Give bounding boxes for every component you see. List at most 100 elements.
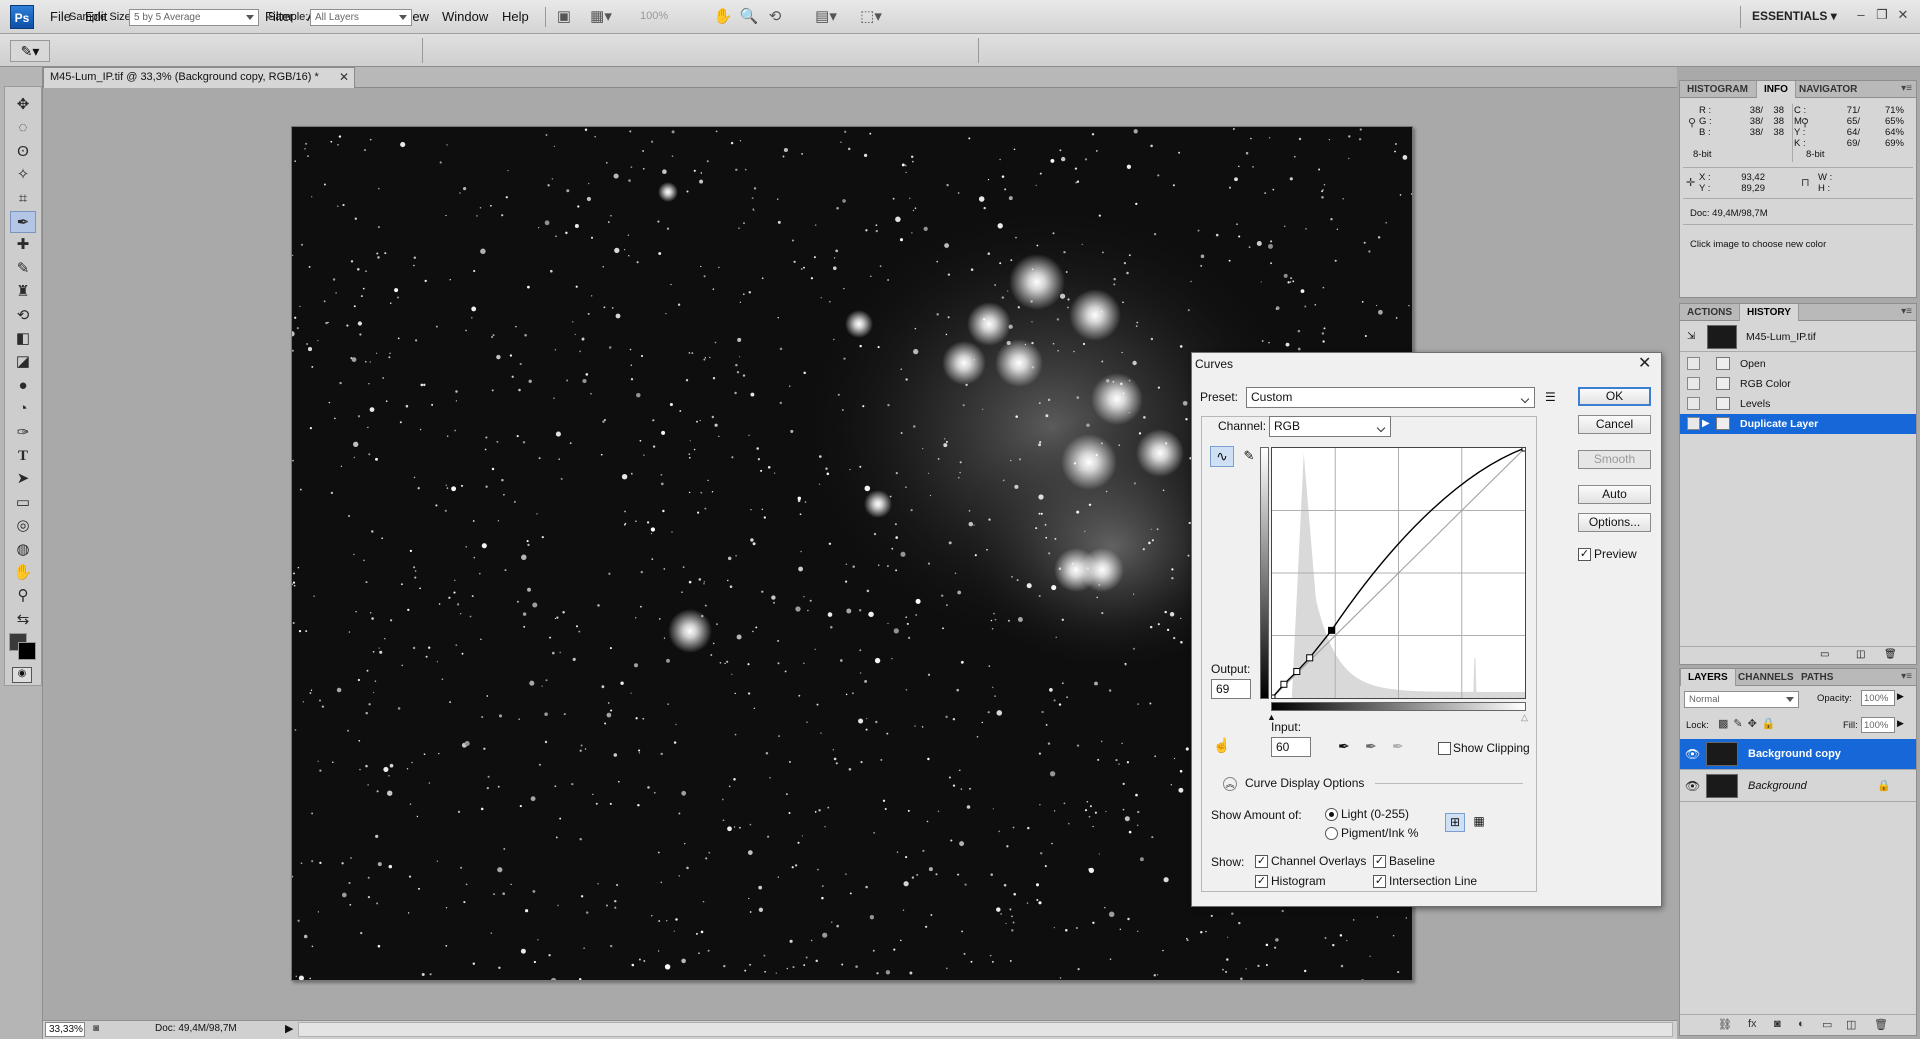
cancel-button[interactable]: Cancel — [1578, 415, 1651, 434]
white-eyedropper-icon[interactable]: ✒ — [1392, 738, 1404, 755]
tab-actions[interactable]: ACTIONS — [1680, 304, 1739, 321]
selection-size-icon[interactable]: ⊓ — [1801, 176, 1810, 189]
channel-overlays-checkbox[interactable]: ✓ — [1255, 855, 1268, 868]
history-source-checkbox[interactable] — [1687, 377, 1700, 390]
workspace-switcher[interactable]: ESSENTIALS ▾ — [1752, 9, 1837, 23]
blur-tool-icon[interactable]: ● — [10, 375, 36, 397]
history-item[interactable]: ▶ Duplicate Layer — [1680, 414, 1916, 434]
delete-state-icon[interactable]: 🗑 — [1884, 649, 1897, 660]
move-tool-icon[interactable]: ✥ — [10, 94, 36, 116]
new-document-from-state-icon[interactable]: ▭ — [1820, 649, 1829, 660]
marquee-tool-icon[interactable]: ◌ — [10, 117, 36, 139]
hand-tool-icon[interactable]: ✋ — [712, 7, 734, 27]
sample-select[interactable]: All Layers — [310, 9, 412, 26]
tab-paths[interactable]: PATHS — [1794, 669, 1840, 686]
shape-tool-icon[interactable]: ▭ — [10, 492, 36, 514]
black-eyedropper-icon[interactable]: ✒ — [1338, 738, 1350, 755]
opacity-field[interactable]: 100% — [1861, 690, 1895, 706]
history-item[interactable]: Levels — [1680, 394, 1916, 414]
preset-select[interactable]: Custom — [1246, 387, 1535, 408]
restore-icon[interactable]: ❐ — [1873, 6, 1891, 24]
visibility-eye-icon[interactable]: 👁 — [1685, 779, 1700, 793]
history-source-checkbox[interactable] — [1687, 357, 1700, 370]
close-document-icon[interactable]: ✕ — [339, 70, 349, 84]
input-field[interactable]: 60 — [1271, 737, 1311, 757]
type-tool-icon[interactable]: T — [10, 445, 36, 467]
snapshot-source-icon[interactable]: ⇲ — [1687, 331, 1695, 342]
tab-navigator[interactable]: NAVIGATOR — [1792, 81, 1864, 98]
menu-help[interactable]: Help — [502, 9, 529, 24]
history-source-checkbox[interactable] — [1687, 417, 1700, 430]
cursor-position-icon[interactable]: ✛ — [1686, 176, 1695, 189]
history-source-checkbox[interactable] — [1687, 397, 1700, 410]
lasso-tool-icon[interactable]: ʘ — [10, 141, 36, 163]
preset-options-icon[interactable]: ☰ — [1545, 390, 1556, 404]
output-field[interactable]: 69 — [1211, 679, 1251, 699]
blend-mode-select[interactable]: Normal — [1684, 691, 1799, 708]
eyedropper-tool-icon[interactable]: ✒ — [10, 211, 36, 233]
view-extras-icon[interactable]: ▦▾ — [590, 7, 612, 27]
curve-graph[interactable] — [1268, 444, 1529, 702]
add-mask-icon[interactable]: ◙ — [1774, 1018, 1781, 1030]
magic-wand-icon[interactable]: ✧ — [10, 164, 36, 186]
tab-info[interactable]: INFO — [1756, 81, 1796, 98]
launch-bridge-icon[interactable]: ▣ — [553, 7, 575, 27]
histogram-checkbox[interactable]: ✓ — [1255, 875, 1268, 888]
delete-layer-icon[interactable]: 🗑 — [1874, 1018, 1888, 1031]
new-snapshot-icon[interactable]: ◫ — [1856, 649, 1865, 660]
white-point-slider-icon[interactable]: △ — [1521, 712, 1528, 723]
zoom-tool-icon[interactable]: 🔍 — [738, 7, 760, 27]
zoom-tool-icon[interactable]: ⚲ — [10, 585, 36, 607]
swap-colors-icon[interactable]: ⇆ — [10, 609, 36, 631]
panel-menu-icon[interactable]: ▾≡ — [1901, 671, 1912, 682]
arrange-documents-icon[interactable]: ▤▾ — [815, 7, 837, 27]
healing-brush-icon[interactable]: ✚ — [10, 234, 36, 256]
fill-slider-icon[interactable]: ▶ — [1897, 718, 1904, 729]
link-layers-icon[interactable]: ⛓ — [1718, 1018, 1732, 1031]
new-group-icon[interactable]: ▭ — [1822, 1018, 1832, 1031]
clone-stamp-icon[interactable]: ♜ — [10, 281, 36, 303]
paint-bucket-icon[interactable]: ◪ — [10, 351, 36, 373]
pigment-radio[interactable] — [1325, 827, 1338, 840]
history-snapshot-row[interactable]: ⇲ M45-Lum_IP.tif — [1680, 322, 1916, 352]
crop-tool-icon[interactable]: ⌗ — [10, 188, 36, 210]
menu-file[interactable]: File — [50, 9, 71, 24]
pen-tool-icon[interactable]: ✑ — [10, 422, 36, 444]
eraser-tool-icon[interactable]: ◧ — [10, 328, 36, 350]
options-button[interactable]: Options... — [1578, 513, 1651, 532]
fill-field[interactable]: 100% — [1861, 717, 1895, 733]
curve-point-tool-icon[interactable]: ∿ — [1210, 446, 1234, 467]
menu-window[interactable]: Window — [442, 9, 488, 24]
tab-history[interactable]: HISTORY — [1739, 304, 1799, 321]
on-image-adjust-icon[interactable]: ☝ — [1213, 737, 1230, 754]
gray-eyedropper-icon[interactable]: ✒ — [1365, 738, 1377, 755]
smooth-button[interactable]: Smooth — [1578, 450, 1651, 469]
intersection-line-checkbox[interactable]: ✓ — [1373, 875, 1386, 888]
dodge-tool-icon[interactable]: ◔ — [10, 398, 36, 420]
quick-mask-icon[interactable]: ◉ — [12, 667, 32, 683]
lock-options-icons[interactable]: ▩✎✥🔒 — [1718, 717, 1781, 730]
baseline-checkbox[interactable]: ✓ — [1373, 855, 1386, 868]
horizontal-scrollbar[interactable] — [298, 1022, 1673, 1037]
layer-row[interactable]: 👁 Background 🔒 — [1680, 771, 1916, 802]
new-layer-icon[interactable]: ◫ — [1846, 1018, 1856, 1031]
screen-mode-icon[interactable]: ⬚▾ — [860, 7, 882, 27]
tool-preset-picker[interactable]: ✎▾ — [10, 40, 50, 62]
collapse-options-icon[interactable]: ︽ — [1223, 777, 1237, 791]
adjustment-layer-icon[interactable]: ◐ — [1798, 1018, 1805, 1030]
dialog-close-icon[interactable]: ✕ — [1638, 353, 1651, 373]
preview-checkbox[interactable]: ✓ — [1578, 548, 1591, 561]
auto-button[interactable]: Auto — [1578, 485, 1651, 504]
show-clipping-checkbox[interactable] — [1438, 742, 1451, 755]
pencil-draw-tool-icon[interactable]: ✎ — [1238, 446, 1260, 467]
brush-tool-icon[interactable]: ✎ — [10, 258, 36, 280]
status-menu-icon[interactable]: ◙ — [93, 1023, 99, 1034]
ok-button[interactable]: OK — [1578, 387, 1651, 406]
zoom-level-readout[interactable]: 100% — [640, 10, 668, 22]
layer-style-icon[interactable]: fx — [1748, 1018, 1757, 1030]
opacity-slider-icon[interactable]: ▶ — [1897, 691, 1904, 702]
tab-histogram[interactable]: HISTOGRAM — [1680, 81, 1755, 98]
zoom-field[interactable]: 33,33% — [45, 1022, 85, 1037]
cmyk-sampler-icon[interactable]: ⚲ — [1801, 116, 1809, 129]
history-brush-icon[interactable]: ⟲ — [10, 305, 36, 327]
